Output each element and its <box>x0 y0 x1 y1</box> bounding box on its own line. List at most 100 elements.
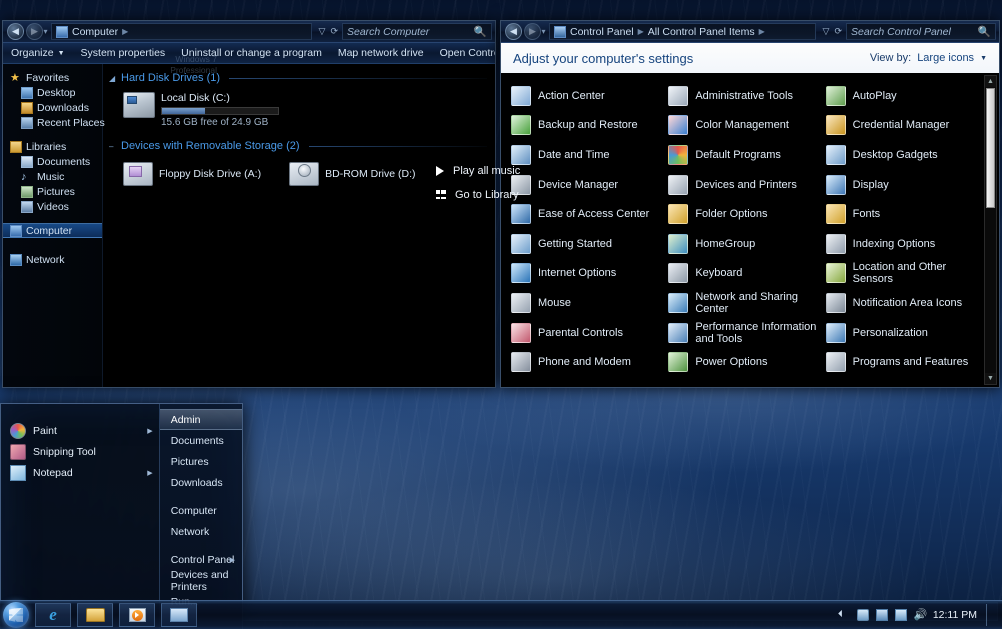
breadcrumb-dropdown-icon[interactable]: ▾ <box>541 27 546 36</box>
start-menu-item-pictures[interactable]: Pictures <box>160 451 242 472</box>
view-by-control[interactable]: View by: Large icons ▼ <box>870 52 987 64</box>
start-menu-programs-list[interactable]: Paint ▶ Snipping Tool Notepad ▶ <box>1 404 159 629</box>
system-tray[interactable]: ⏴ 🔊 12:11 PM <box>838 604 1002 626</box>
start-menu[interactable]: Paint ▶ Snipping Tool Notepad ▶ AdminDoc… <box>0 403 243 629</box>
control-panel-item-internet-options[interactable]: Internet Options <box>511 259 668 289</box>
control-panel-item-fonts[interactable]: Fonts <box>826 199 983 229</box>
control-panel-item-homegroup[interactable]: HomeGroup <box>668 229 825 259</box>
control-panel-item-notification-area-icons[interactable]: Notification Area Icons <box>826 288 983 318</box>
scroll-down-icon[interactable]: ▼ <box>985 373 996 384</box>
taskbar-item-control-panel[interactable] <box>161 603 197 627</box>
back-arrow-icon[interactable]: ◀ <box>7 23 24 40</box>
sidebar-item-libraries[interactable]: Libraries <box>3 139 102 154</box>
network-icon[interactable] <box>876 609 888 621</box>
control-panel-item-phone-and-modem[interactable]: Phone and Modem <box>511 347 668 377</box>
breadcrumb-item-computer[interactable]: Computer <box>72 26 118 38</box>
chevron-right-icon[interactable]: ▶ <box>147 469 152 477</box>
taskbar-item-internet-explorer[interactable]: e <box>35 603 71 627</box>
uninstall-change-program-button[interactable]: Uninstall or change a program <box>173 43 330 63</box>
control-panel-item-mouse[interactable]: Mouse <box>511 288 668 318</box>
start-menu-item-downloads[interactable]: Downloads <box>160 472 242 493</box>
control-panel-item-parental-controls[interactable]: Parental Controls <box>511 318 668 348</box>
go-to-library-button[interactable]: Go to Library <box>436 189 566 201</box>
open-control-panel-button[interactable]: Open Control Panel <box>432 43 496 63</box>
sidebar-item-computer[interactable]: Computer <box>3 223 102 238</box>
organize-button[interactable]: Organize ▼ <box>3 43 73 63</box>
control-panel-item-indexing-options[interactable]: Indexing Options <box>826 229 983 259</box>
back-arrow-icon[interactable]: ◀ <box>505 23 522 40</box>
explorer-navigation-pane[interactable]: ★ Favorites Desktop Downloads Recent Pla… <box>3 64 103 387</box>
control-panel-item-backup-and-restore[interactable]: Backup and Restore <box>511 111 668 141</box>
explorer-caption-controls[interactable]: ▽ ⟳ <box>315 26 342 37</box>
refresh-icon[interactable]: ⟳ <box>834 26 842 37</box>
volume-icon[interactable]: 🔊 <box>914 609 926 621</box>
drive-item-local-disk[interactable]: Local Disk (C:) 15.6 GB free of 24.9 GB <box>109 90 495 138</box>
breadcrumb-item-all-items[interactable]: All Control Panel Items <box>648 26 755 38</box>
chevron-collapse-icon[interactable]: ◢ <box>109 74 117 83</box>
control-panel-breadcrumb[interactable]: Control Panel ▶ All Control Panel Items … <box>549 23 816 40</box>
start-orb-icon[interactable] <box>3 602 29 628</box>
show-desktop-button[interactable] <box>986 604 996 626</box>
control-panel-item-ease-of-access-center[interactable]: Ease of Access Center <box>511 199 668 229</box>
control-panel-item-autoplay[interactable]: AutoPlay <box>826 81 983 111</box>
start-menu-item-notepad[interactable]: Notepad ▶ <box>1 462 159 483</box>
start-menu-item-network[interactable]: Network <box>160 521 242 542</box>
start-menu-user-name[interactable]: Admin <box>160 409 242 430</box>
control-panel-item-personalization[interactable]: Personalization <box>826 318 983 348</box>
taskbar[interactable]: e ⏴ 🔊 12:11 PM <box>0 600 1002 629</box>
control-panel-items-area[interactable]: Action CenterAdministrative ToolsAutoPla… <box>501 73 999 387</box>
chevron-down-icon[interactable]: ▽ <box>823 26 830 37</box>
control-panel-item-performance-information-and-tools[interactable]: Performance Information and Tools <box>668 318 825 348</box>
system-properties-button[interactable]: System properties <box>73 43 174 63</box>
control-panel-item-location-and-other-sensors[interactable]: Location and Other Sensors <box>826 259 983 289</box>
forward-arrow-icon[interactable]: ▶ <box>524 23 541 40</box>
scroll-up-icon[interactable]: ▲ <box>985 76 996 87</box>
sidebar-item-downloads[interactable]: Downloads <box>3 100 102 115</box>
view-by-value[interactable]: Large icons <box>917 52 974 64</box>
start-menu-item-control-panel[interactable]: Control Panel▶ <box>160 549 242 570</box>
explorer-toolbar[interactable]: Organize ▼ System properties Uninstall o… <box>3 43 495 64</box>
start-menu-item-snipping-tool[interactable]: Snipping Tool <box>1 441 159 462</box>
control-panel-item-network-and-sharing-center[interactable]: Network and Sharing Center <box>668 288 825 318</box>
start-menu-places-list[interactable]: AdminDocumentsPicturesDownloads ComputerN… <box>159 404 242 629</box>
explorer-breadcrumb[interactable]: Computer ▶ <box>51 23 312 40</box>
sidebar-item-videos[interactable]: Videos <box>3 199 102 214</box>
start-menu-item-computer[interactable]: Computer <box>160 500 242 521</box>
search-icon[interactable]: 🔍 <box>474 25 487 38</box>
taskbar-item-windows-explorer[interactable] <box>77 603 113 627</box>
media-icon[interactable] <box>895 609 907 621</box>
group-header-hard-disk-drives[interactable]: ◢ Hard Disk Drives (1) <box>109 72 487 84</box>
explorer-titlebar[interactable]: ◀ ▶ ▾ Computer ▶ ▽ ⟳ Search Computer 🔍 <box>3 21 495 43</box>
start-menu-item-documents[interactable]: Documents <box>160 430 242 451</box>
map-network-drive-button[interactable]: Map network drive <box>330 43 432 63</box>
taskbar-clock[interactable]: 12:11 PM <box>933 609 977 621</box>
control-panel-item-credential-manager[interactable]: Credential Manager <box>826 111 983 141</box>
show-hidden-icons-icon[interactable]: ⏴ <box>838 609 850 621</box>
explorer-window[interactable]: ◀ ▶ ▾ Computer ▶ ▽ ⟳ Search Computer 🔍 O… <box>2 20 496 388</box>
chevron-right-icon[interactable]: ▶ <box>230 556 235 564</box>
chevron-expand-icon[interactable]: – <box>109 142 117 151</box>
chevron-right-icon[interactable]: ▶ <box>147 427 152 435</box>
control-panel-item-folder-options[interactable]: Folder Options <box>668 199 825 229</box>
explorer-search-input[interactable]: Search Computer 🔍 <box>342 23 492 40</box>
sidebar-item-recent-places[interactable]: Recent Places <box>3 115 102 130</box>
control-panel-item-programs-and-features[interactable]: Programs and Features <box>826 347 983 377</box>
chevron-down-icon[interactable]: ▼ <box>980 55 987 62</box>
control-panel-window[interactable]: ◀ ▶ ▾ Control Panel ▶ All Control Panel … <box>500 20 1000 388</box>
action-center-icon[interactable] <box>857 609 869 621</box>
control-panel-scrollbar[interactable]: ▲ ▼ <box>984 75 997 385</box>
control-panel-search-input[interactable]: Search Control Panel 🔍 <box>846 23 996 40</box>
control-panel-item-keyboard[interactable]: Keyboard <box>668 259 825 289</box>
refresh-icon[interactable]: ⟳ <box>330 26 338 37</box>
control-panel-caption-controls[interactable]: ▽ ⟳ <box>819 26 846 37</box>
control-panel-item-getting-started[interactable]: Getting Started <box>511 229 668 259</box>
breadcrumb-item-control-panel[interactable]: Control Panel <box>570 26 634 38</box>
group-header-removable-storage[interactable]: – Devices with Removable Storage (2) <box>109 140 487 152</box>
control-panel-item-action-center[interactable]: Action Center <box>511 81 668 111</box>
explorer-file-pane[interactable]: ◢ Hard Disk Drives (1) Local Disk (C:) 1… <box>103 64 495 387</box>
search-icon[interactable]: 🔍 <box>978 25 991 38</box>
control-panel-item-power-options[interactable]: Power Options <box>668 347 825 377</box>
start-menu-item-devices-and-printers[interactable]: Devices and Printers <box>160 570 242 591</box>
breadcrumb-dropdown-icon[interactable]: ▾ <box>43 27 48 36</box>
chevron-down-icon[interactable]: ▽ <box>319 26 326 37</box>
